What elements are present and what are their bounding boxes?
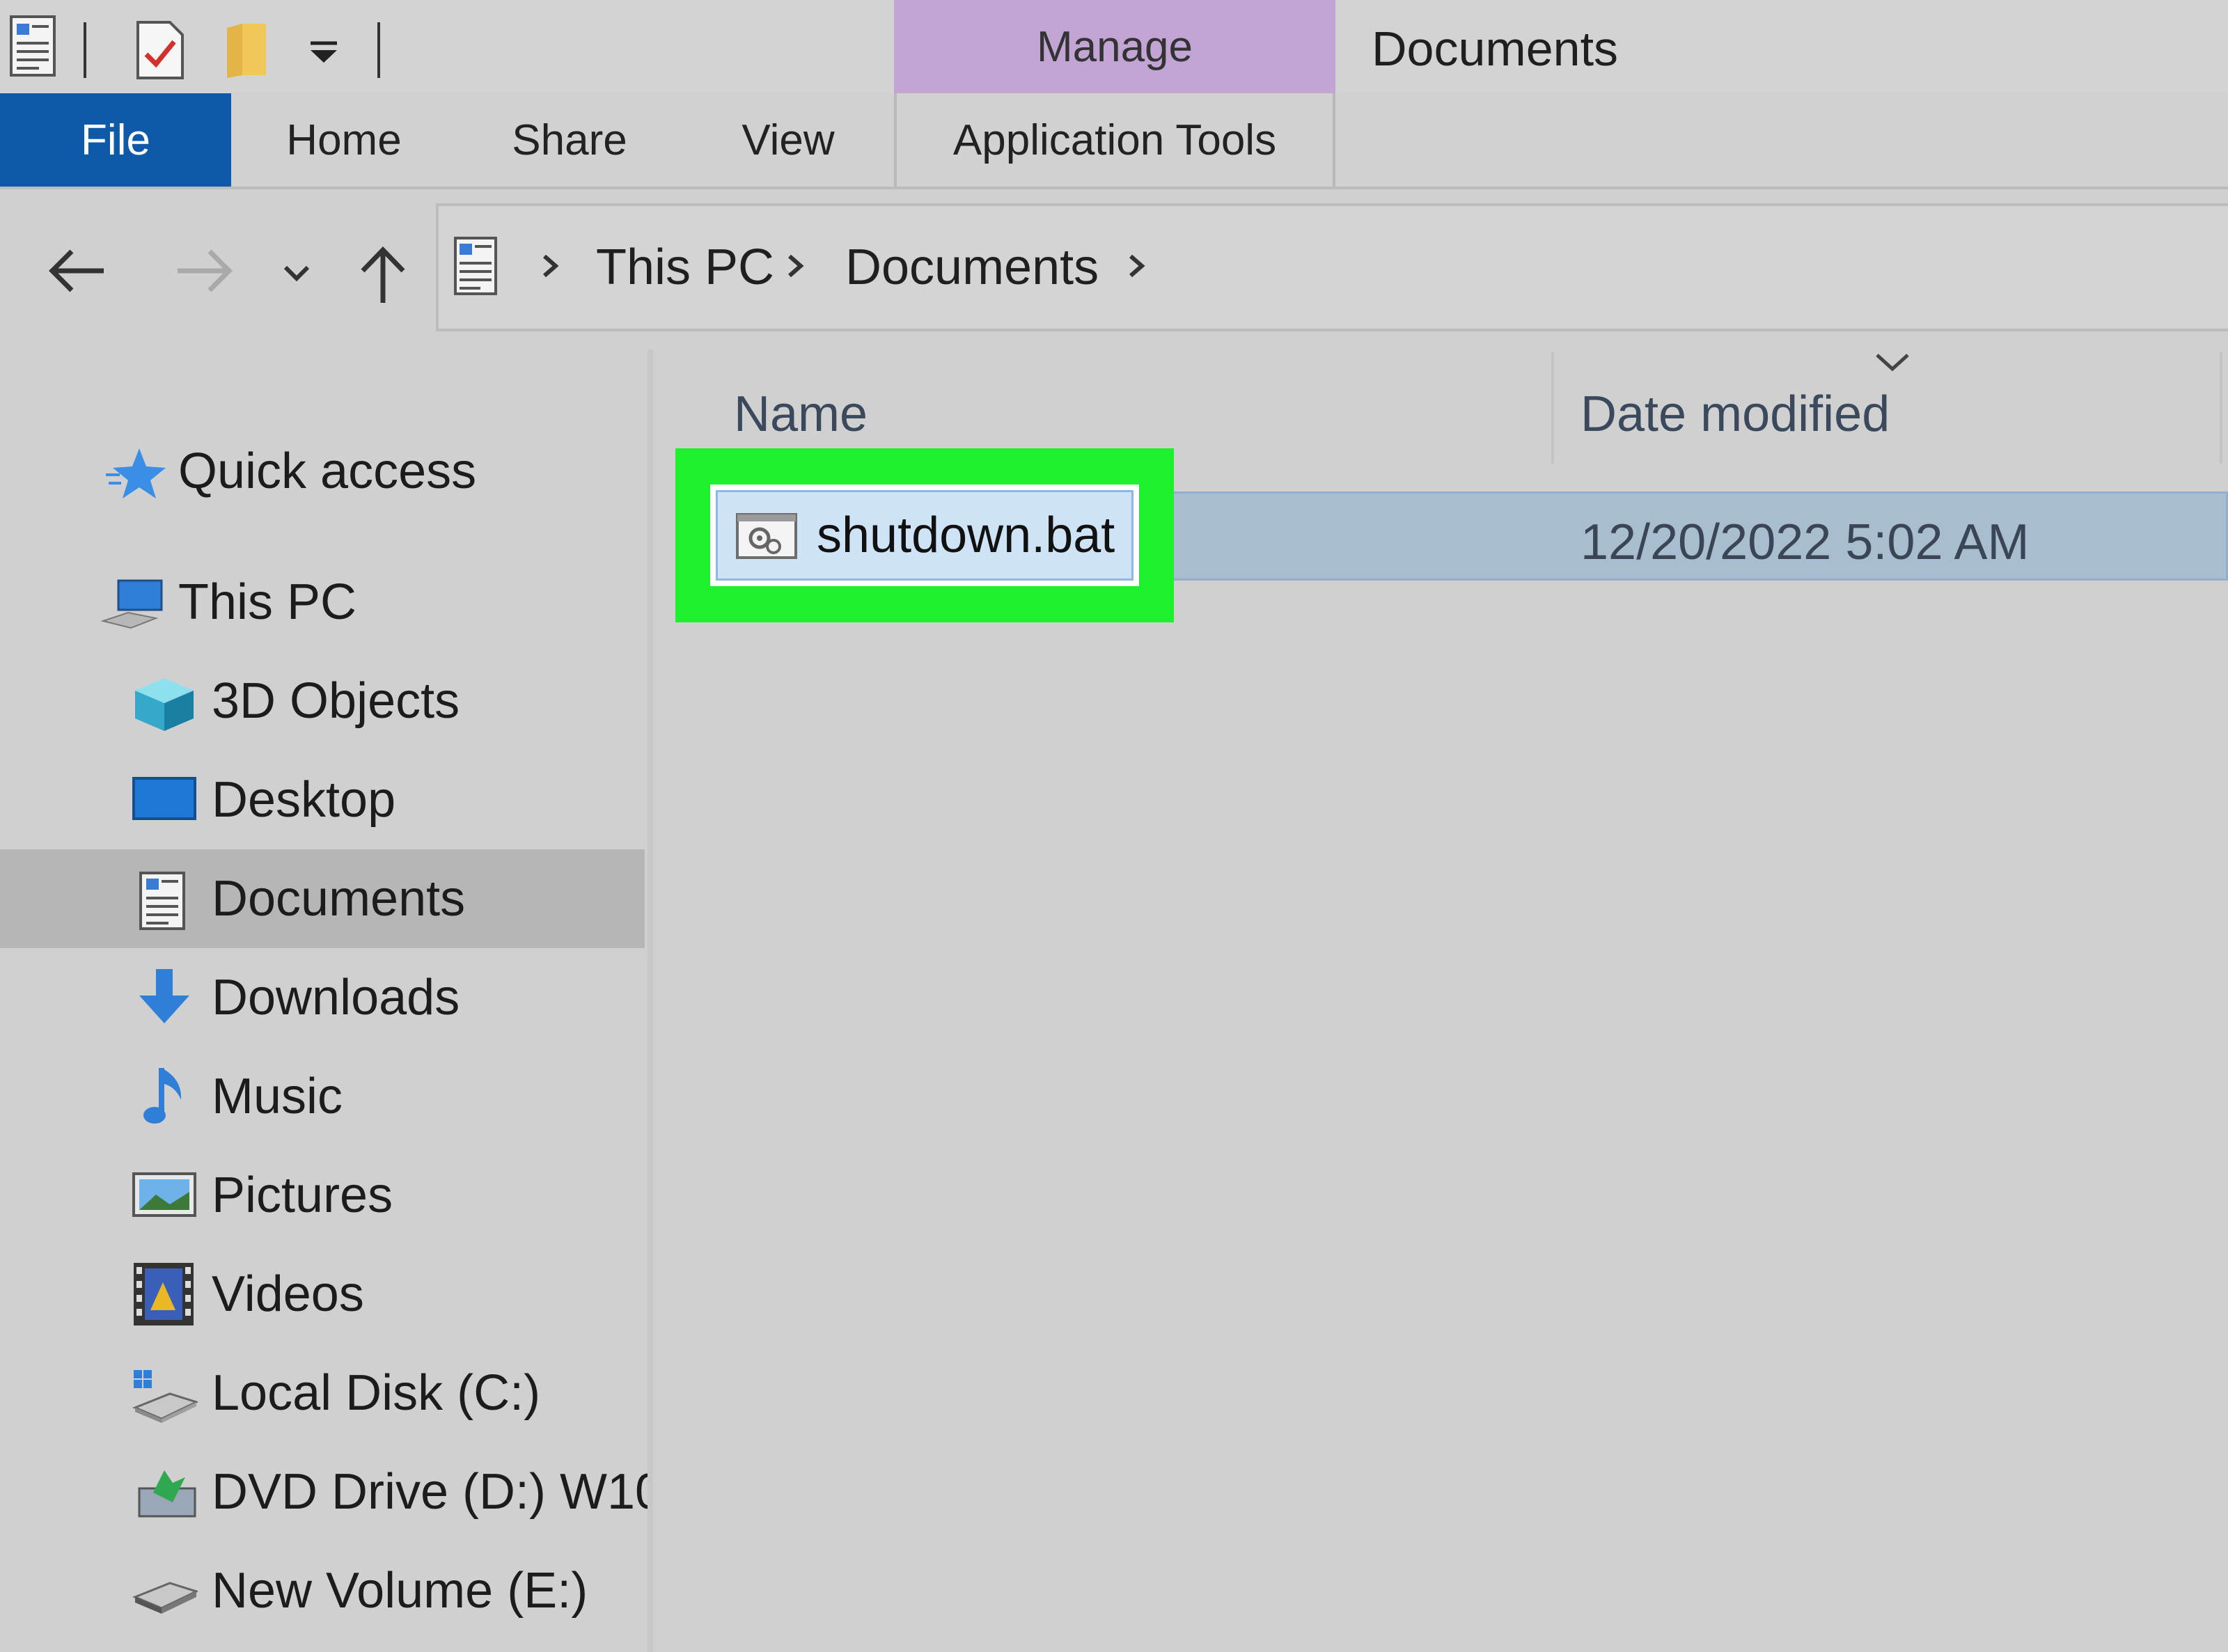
film-icon [132,1261,196,1325]
nav-label: Music [212,1069,343,1124]
nav-item-downloads[interactable]: Downloads [0,948,645,1047]
column-header-date-modified[interactable]: Date modified [1580,386,1890,443]
nav-label: Local Disk (C:) [212,1365,541,1421]
manage-tab-group[interactable]: Manage [894,0,1335,93]
toolbar-separator [377,22,380,78]
nav-label: Videos [212,1266,364,1322]
system-drive-icon [131,1369,200,1423]
document-icon [453,235,499,300]
breadcrumb-separator-icon[interactable] [540,246,561,289]
nav-label: Downloads [212,970,460,1025]
dvd-drive-icon [136,1468,201,1520]
nav-label: Documents [212,871,466,927]
breadcrumb-documents[interactable]: Documents [845,206,1099,329]
star-icon [104,447,168,500]
nav-item-videos[interactable]: Videos [0,1245,645,1344]
back-button[interactable] [42,239,111,302]
properties-icon[interactable] [8,14,57,81]
breadcrumb-separator-icon[interactable] [1127,246,1147,289]
customize-dropdown-icon[interactable] [306,39,341,70]
download-arrow-icon [136,968,201,1023]
column-divider[interactable] [1551,352,1554,464]
nav-item-pictures[interactable]: Pictures [0,1146,645,1245]
tab-view[interactable]: View [682,93,894,187]
navigation-bar: This PC Documents [0,189,2228,349]
nav-label: This PC [178,574,357,630]
nav-item-this-pc[interactable]: This PC [0,553,645,652]
column-divider[interactable] [2220,352,2222,464]
back-arrow-icon [49,249,104,292]
file-date-modified: 12/20/2022 5:02 AM [1580,514,2030,570]
music-note-icon [141,1065,205,1124]
forward-arrow-icon [178,249,233,292]
breadcrumb-separator-icon[interactable] [785,246,806,289]
column-header-name[interactable]: Name [734,386,868,443]
up-arrow-icon [361,246,405,303]
window-title: Documents [1372,22,1619,76]
title-bar: Manage Documents [0,0,2228,93]
nav-item-documents[interactable]: Documents [0,849,645,948]
nav-item-local-disk-c[interactable]: Local Disk (C:) [0,1344,645,1442]
rename-field-selection: shutdown.bat [716,490,1133,581]
checkmark-document-icon[interactable] [135,19,185,84]
navigation-pane: Quick access This PC 3D Objects Desktop [0,349,663,1652]
batch-file-icon [735,512,799,564]
nav-item-desktop[interactable]: Desktop [0,750,645,849]
forward-button[interactable] [170,239,240,302]
nav-label: Desktop [212,772,396,828]
up-button[interactable] [348,239,418,309]
nav-label: Pictures [212,1167,393,1223]
nav-label: DVD Drive (D:) W10 [212,1464,664,1520]
nav-label: 3D Objects [212,673,460,729]
computer-icon [100,578,164,631]
chevron-down-icon [283,265,310,282]
document-icon [138,870,202,930]
tab-share[interactable]: Share [457,93,682,187]
file-name[interactable]: shutdown.bat [817,492,1115,579]
picture-icon [132,1171,196,1224]
nav-item-dvd-drive-d[interactable]: DVD Drive (D:) W10 [0,1442,663,1541]
pane-splitter[interactable] [648,349,653,1652]
tab-application-tools[interactable]: Application Tools [894,93,1335,187]
nav-item-new-volume-e[interactable]: New Volume (E:) [0,1541,645,1640]
tab-home[interactable]: Home [231,93,457,187]
address-bar[interactable]: This PC Documents [436,203,2228,331]
nav-item-music[interactable]: Music [0,1047,645,1146]
toolbar-separator [84,22,86,78]
nav-item-quick-access[interactable]: Quick access [0,422,645,521]
nav-label: Quick access [178,443,477,499]
breadcrumb-this-pc[interactable]: This PC [596,206,774,329]
file-list: Name Date modified shutdown.bat 12/20/20… [653,349,2228,1652]
cube-icon [132,677,196,731]
new-folder-icon[interactable] [224,21,269,83]
nav-label: New Volume (E:) [212,1563,588,1619]
desktop-icon [132,776,196,828]
tab-file[interactable]: File [0,93,231,187]
sort-indicator-icon [1873,349,1912,378]
ribbon-tabs: File Home Share View Application Tools [0,93,2228,189]
rename-field[interactable]: shutdown.bat [710,485,1139,586]
nav-item-3d-objects[interactable]: 3D Objects [0,652,645,750]
recent-locations-button[interactable] [276,256,317,291]
drive-icon [131,1569,200,1622]
